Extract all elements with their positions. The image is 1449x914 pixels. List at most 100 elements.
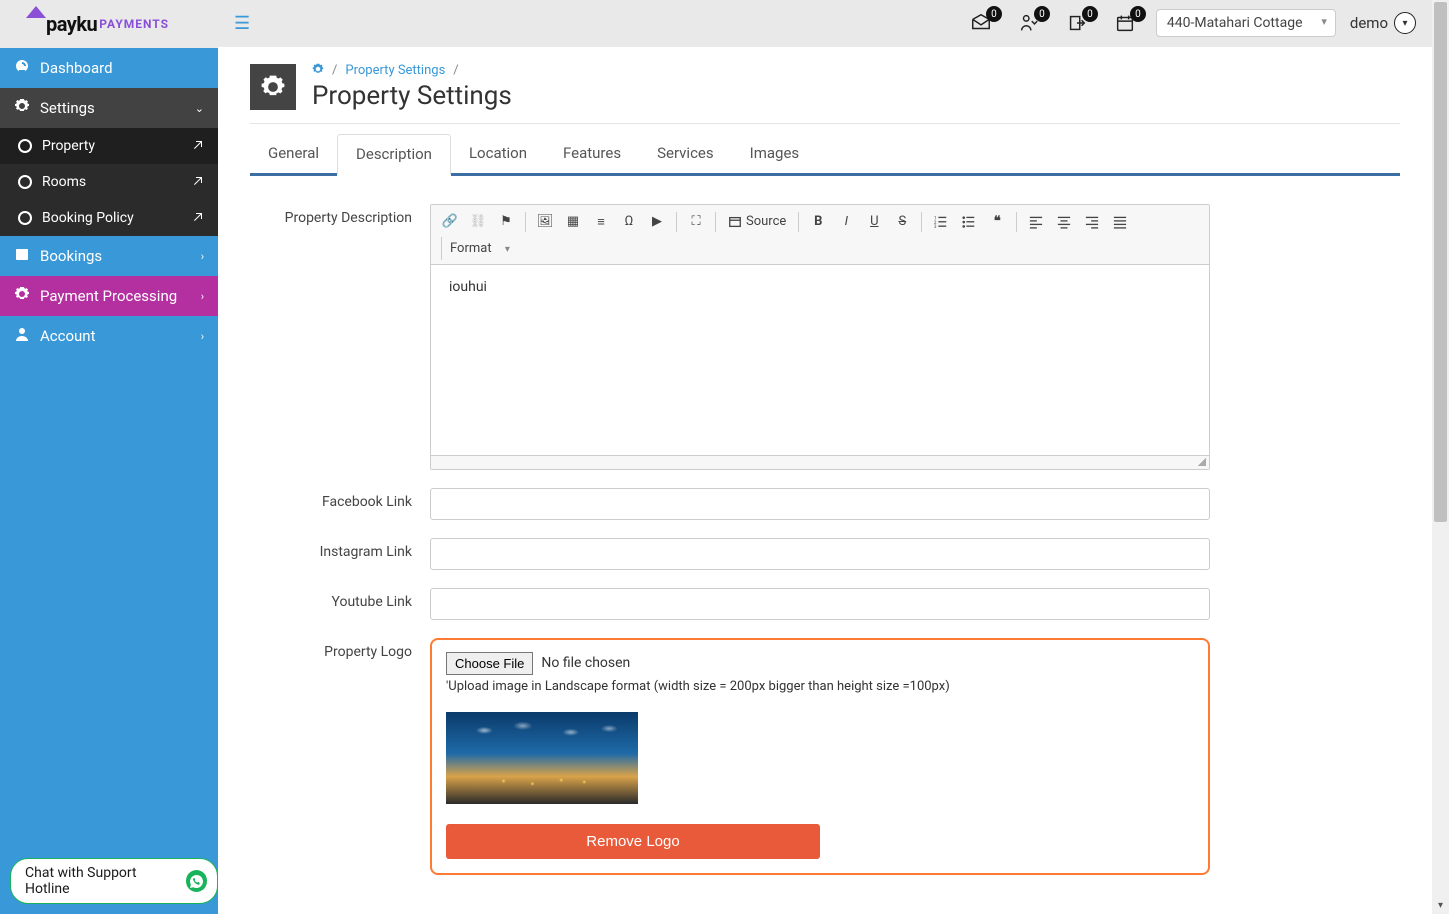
topbar-checkin-button[interactable]: 0 xyxy=(1012,8,1046,38)
dashboard-icon xyxy=(14,58,30,78)
chevron-right-icon: › xyxy=(201,250,204,263)
editor-body[interactable]: iouhui xyxy=(431,265,1209,455)
format-select[interactable]: Format xyxy=(441,237,524,260)
label-description: Property Description xyxy=(250,204,430,226)
choose-file-button[interactable]: Choose File xyxy=(446,652,533,675)
nav-account-label: Account xyxy=(40,327,96,345)
external-link-icon xyxy=(192,139,204,154)
property-selector[interactable]: 440-Matahari Cottage xyxy=(1156,9,1336,37)
align-right-icon[interactable] xyxy=(1079,209,1105,235)
editor-content: iouhui xyxy=(449,279,487,295)
topbar-calendar-button[interactable]: 0 xyxy=(1108,8,1142,38)
brand-logo: payku PAYMENTS xyxy=(0,0,218,48)
instagram-input[interactable] xyxy=(430,538,1210,570)
bold-icon[interactable]: B xyxy=(805,209,831,235)
youtube-input[interactable] xyxy=(430,588,1210,620)
sidebar: payku PAYMENTS Dashboard Settings ⌄ Prop… xyxy=(0,0,218,914)
nav-sub-rooms-label: Rooms xyxy=(42,174,86,190)
scrollbar-thumb[interactable] xyxy=(1434,2,1447,522)
italic-icon[interactable]: I xyxy=(833,209,859,235)
nav-account[interactable]: Account › xyxy=(0,316,218,356)
file-status: No file chosen xyxy=(541,655,630,671)
property-selector-value: 440-Matahari Cottage xyxy=(1167,15,1303,31)
checkin-badge: 0 xyxy=(1034,6,1050,22)
nav-bookings-label: Bookings xyxy=(40,247,102,265)
align-justify-icon[interactable] xyxy=(1107,209,1133,235)
link-icon[interactable]: 🔗 xyxy=(437,209,463,235)
editor-toolbar: 🔗 ⛓ ⚑ 🖼 ▦ ≡ Ω ▶ ⛶ xyxy=(431,205,1209,265)
editor-resize-handle[interactable] xyxy=(431,455,1209,469)
label-logo: Property Logo xyxy=(250,638,430,660)
label-instagram: Instagram Link xyxy=(250,538,430,560)
nav-dashboard[interactable]: Dashboard xyxy=(0,48,218,88)
circle-icon xyxy=(18,139,32,153)
facebook-input[interactable] xyxy=(430,488,1210,520)
maximize-icon[interactable]: ⛶ xyxy=(683,209,709,235)
upload-hint: 'Upload image in Landscape format (width… xyxy=(446,679,1194,694)
tab-description[interactable]: Description xyxy=(337,134,451,176)
svg-text:3: 3 xyxy=(934,225,937,229)
source-button[interactable]: Source xyxy=(722,209,792,235)
tab-services[interactable]: Services xyxy=(639,134,732,173)
calendar-badge: 0 xyxy=(1130,6,1146,22)
topbar-mail-button[interactable]: 0 xyxy=(964,8,998,38)
topbar: ☰ 0 0 0 0 440-Matahari Cottage xyxy=(218,0,1432,47)
topbar-checkout-button[interactable]: 0 xyxy=(1060,8,1094,38)
nav-settings-label: Settings xyxy=(40,99,95,117)
form-area: Property Description 🔗 ⛓ ⚑ 🖼 ▦ ≡ xyxy=(250,176,1400,875)
nav-bookings[interactable]: Bookings › xyxy=(0,236,218,276)
user-icon xyxy=(14,326,30,346)
ul-icon[interactable] xyxy=(956,209,982,235)
remove-logo-button[interactable]: Remove Logo xyxy=(446,824,820,859)
nav-payment-label: Payment Processing xyxy=(40,287,177,305)
chat-support-button[interactable]: Chat with Support Hotline xyxy=(10,858,218,904)
external-link-icon xyxy=(192,175,204,190)
ol-icon[interactable]: 123 xyxy=(928,209,954,235)
user-menu[interactable]: demo ▾ xyxy=(1350,12,1416,34)
nav-sub-booking-policy[interactable]: Booking Policy xyxy=(0,200,218,236)
tab-features[interactable]: Features xyxy=(545,134,639,173)
nav-payment-processing[interactable]: Payment Processing › xyxy=(0,276,218,316)
nav-sub-rooms[interactable]: Rooms xyxy=(0,164,218,200)
circle-icon xyxy=(18,211,32,225)
nav-sub-property[interactable]: Property xyxy=(0,128,218,164)
app-root: payku PAYMENTS Dashboard Settings ⌄ Prop… xyxy=(0,0,1449,914)
tab-images[interactable]: Images xyxy=(732,134,818,173)
tab-general[interactable]: General xyxy=(250,134,337,173)
anchor-icon[interactable]: ⚑ xyxy=(493,209,519,235)
scrollbar[interactable]: ▴ ▾ xyxy=(1432,0,1449,914)
strike-icon[interactable]: S xyxy=(889,209,915,235)
page-title: Property Settings xyxy=(312,81,512,111)
nav-dashboard-label: Dashboard xyxy=(40,59,113,77)
breadcrumb-gear-icon[interactable] xyxy=(312,63,324,79)
table-icon[interactable]: ▦ xyxy=(560,209,586,235)
rich-text-editor: 🔗 ⛓ ⚑ 🖼 ▦ ≡ Ω ▶ ⛶ xyxy=(430,204,1210,470)
breadcrumb: / Property Settings / xyxy=(312,63,512,79)
youtube-icon[interactable]: ▶ xyxy=(644,209,670,235)
scroll-down-icon[interactable]: ▾ xyxy=(1432,897,1449,914)
menu-toggle-icon[interactable]: ☰ xyxy=(234,13,250,34)
special-char-icon[interactable]: Ω xyxy=(616,209,642,235)
nav-settings[interactable]: Settings ⌄ xyxy=(0,88,218,128)
nav-sub-property-label: Property xyxy=(42,138,95,154)
image-icon[interactable]: 🖼 xyxy=(532,209,558,235)
tabs: General Description Location Features Se… xyxy=(250,134,1400,176)
breadcrumb-link[interactable]: Property Settings xyxy=(345,63,445,78)
align-left-icon[interactable] xyxy=(1023,209,1049,235)
brand-name-1: payku xyxy=(46,12,97,36)
mail-badge: 0 xyxy=(986,6,1002,22)
checkout-badge: 0 xyxy=(1082,6,1098,22)
logo-preview-image xyxy=(446,712,638,804)
user-menu-label: demo xyxy=(1350,14,1388,32)
align-center-icon[interactable] xyxy=(1051,209,1077,235)
chevron-right-icon: › xyxy=(201,290,204,303)
hr-icon[interactable]: ≡ xyxy=(588,209,614,235)
brand-name-2: PAYMENTS xyxy=(99,17,169,31)
whatsapp-icon xyxy=(186,870,207,892)
tab-location[interactable]: Location xyxy=(451,134,545,173)
underline-icon[interactable]: U xyxy=(861,209,887,235)
page-header: / Property Settings / Property Settings xyxy=(250,63,1400,124)
quote-icon[interactable]: ❝ xyxy=(984,209,1010,235)
calendar-icon xyxy=(14,246,30,266)
page-gear-icon xyxy=(250,64,296,110)
